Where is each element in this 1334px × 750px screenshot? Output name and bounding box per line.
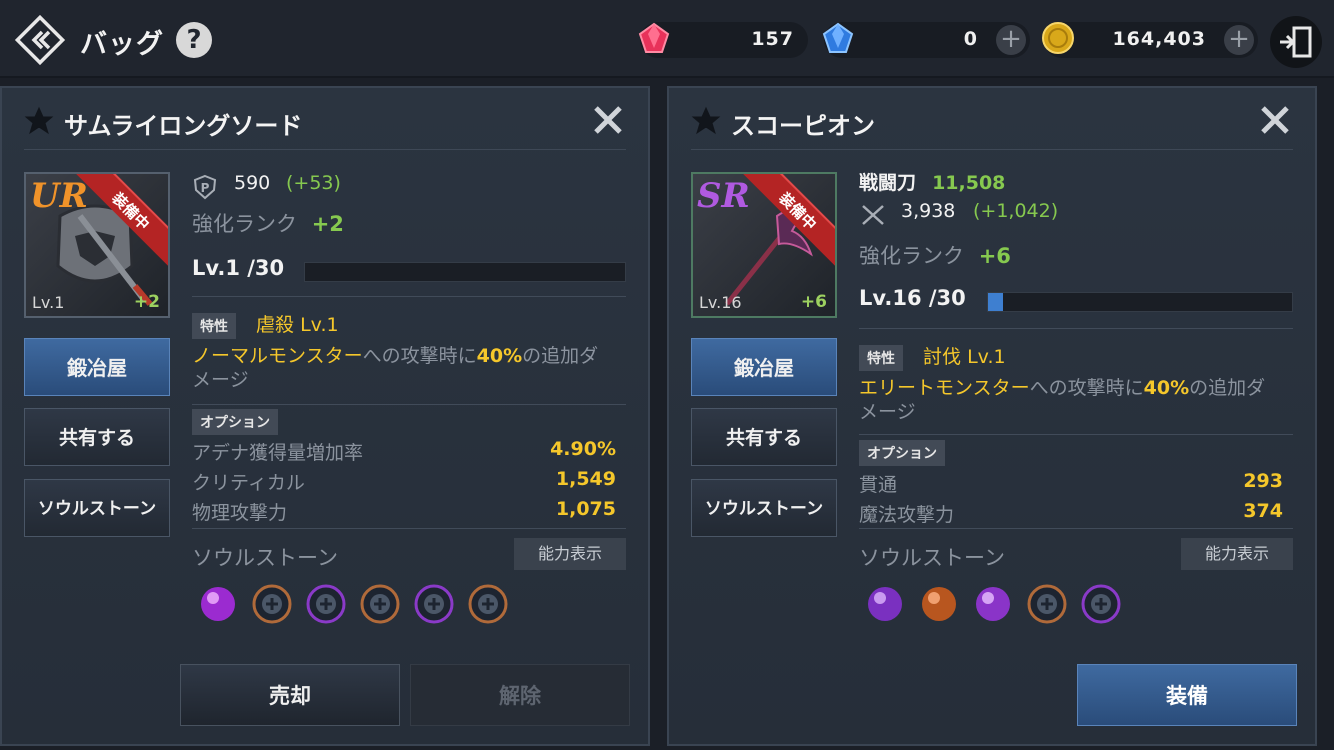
soulstone-orange-icon[interactable] [917,582,961,626]
power-bonus: (+53) [286,172,341,194]
soulstone-purple-icon[interactable] [971,582,1015,626]
blacksmith-button[interactable]: 鍛冶屋 [691,338,837,396]
red-gem-count: 157 [751,28,794,50]
enhance-rank-value: +2 [311,212,344,236]
empty-slot-icon[interactable] [466,582,510,626]
option-tag: オプション [859,440,945,466]
currency-blue-gem: 0 + [822,22,1030,58]
empty-slot-icon[interactable] [304,582,348,626]
gold-coin-icon [1042,22,1074,54]
enhance-level: +2 [133,292,160,312]
favorite-star-icon[interactable] [24,106,54,136]
exit-button[interactable] [1270,16,1322,68]
soulstone-label: ソウルストーン [192,546,338,570]
show-ability-button[interactable]: 能力表示 [1181,538,1293,570]
item-name: スコーピオン [731,112,875,140]
blue-gem-count: 0 [963,28,978,50]
close-icon[interactable] [1257,102,1293,138]
blacksmith-button[interactable]: 鍛冶屋 [24,338,170,396]
favorite-star-icon[interactable] [691,106,721,136]
currency-red-gem: 157 [638,22,808,58]
empty-slot-icon[interactable] [412,582,456,626]
trait-name: 討伐 Lv.1 [923,346,1006,368]
power-value: 590 [234,172,271,194]
share-button[interactable]: 共有する [691,408,837,466]
item-panel-right: スコーピオン SR 装備中 Lv.16 +6 鍛冶屋 共有する ソウルストーン … [667,86,1317,746]
add-gold-button[interactable]: + [1224,25,1254,55]
trait-description: ノーマルモンスターへの攻撃時に40%の追加ダ メージ [192,345,599,391]
item-thumbnail: SR 装備中 Lv.16 +6 [691,172,837,318]
panel-header: サムライロングソード [24,104,626,150]
item-level: Lv.16 [699,293,742,312]
soulstone-purple-icon[interactable] [196,582,240,626]
gold-count: 164,403 [1112,28,1206,50]
combat-value: 11,508 [932,172,1006,194]
back-button[interactable] [14,14,66,66]
level-progress-bar [987,292,1293,312]
trait-tag: 特性 [859,345,903,371]
close-icon[interactable] [590,102,626,138]
enhance-rank-label: 強化ランク [859,244,964,268]
show-ability-button[interactable]: 能力表示 [514,538,626,570]
item-thumbnail: UR 装備中 Lv.1 +2 [24,172,170,318]
top-bar: バッグ ? 157 0 + 164,403 + [0,0,1334,78]
enhance-level: +6 [800,292,827,312]
help-button[interactable]: ? [176,22,212,58]
enhance-rank-value: +6 [978,244,1011,268]
red-gem-icon [638,22,670,53]
level-text: Lv.1 /30 [192,256,285,280]
crossed-swords-icon [862,205,884,225]
level-text: Lv.16 /30 [859,286,966,310]
item-panel-left: サムライロングソード UR 装備中 Lv.1 +2 鍛冶屋 共有する ソウルスト… [0,86,650,746]
svg-text:P: P [201,181,210,195]
empty-slot-icon[interactable] [1079,582,1123,626]
blue-gem-icon [822,22,854,53]
attack-value: 3,938 [901,200,956,222]
attack-bonus: (+1,042) [973,200,1059,222]
rarity-label: UR [30,176,88,216]
page-title: バッグ [80,29,164,60]
option-tag: オプション [192,409,278,435]
level-progress-bar [304,262,626,282]
panel-header: スコーピオン [691,104,1293,150]
share-button[interactable]: 共有する [24,408,170,466]
soulstone-purple-icon[interactable] [863,582,907,626]
soulstone-label: ソウルストーン [859,546,1005,570]
trait-name: 虐殺 Lv.1 [256,314,339,336]
empty-slot-icon[interactable] [358,582,402,626]
back-arrow-icon [14,14,66,66]
soulstone-button[interactable]: ソウルストーン [24,479,170,537]
exit-door-icon [1280,26,1312,58]
soulstone-button[interactable]: ソウルストーン [691,479,837,537]
trait-tag: 特性 [192,313,236,339]
empty-slot-icon[interactable] [250,582,294,626]
empty-slot-icon[interactable] [1025,582,1069,626]
add-blue-gem-button[interactable]: + [996,25,1026,55]
item-level: Lv.1 [32,293,65,312]
equip-button[interactable]: 装備 [1077,664,1297,726]
sell-button[interactable]: 売却 [180,664,400,726]
rarity-label: SR [697,176,750,216]
currency-gold: 164,403 + [1042,22,1258,58]
combat-label: 戦闘刀 [859,172,917,194]
unequip-button[interactable]: 解除 [410,664,630,726]
trait-description: エリートモンスターへの攻撃時に40%の追加ダ メージ [859,377,1266,423]
shield-p-icon: P [193,174,217,200]
enhance-rank-label: 強化ランク [192,212,297,236]
item-name: サムライロングソード [64,112,303,140]
